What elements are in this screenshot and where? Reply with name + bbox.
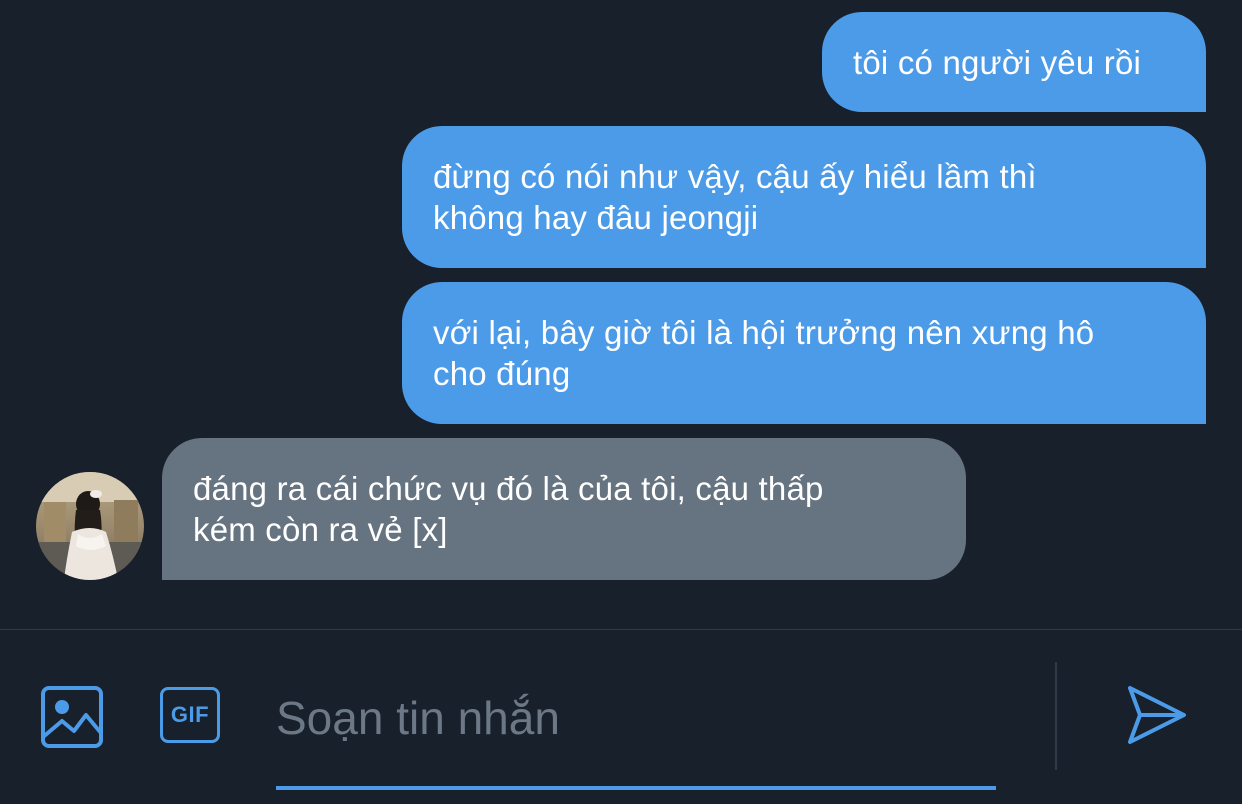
avatar[interactable] [36, 472, 144, 580]
send-icon [1128, 686, 1186, 744]
image-icon [41, 686, 103, 748]
sent-message-bubble[interactable]: với lại, bây giờ tôi là hội trưởng nên x… [402, 282, 1206, 424]
image-button[interactable] [40, 685, 104, 749]
input-focus-underline [276, 786, 996, 790]
sent-message-bubble[interactable]: tôi có người yêu rồi [822, 12, 1206, 112]
send-button[interactable] [1124, 682, 1190, 748]
chat-screen: tôi có người yêu rồi đừng có nói như vậy… [0, 0, 1242, 804]
compose-bar: GIF [0, 630, 1242, 804]
send-separator [1055, 662, 1057, 770]
message-input[interactable] [276, 682, 996, 754]
gif-button[interactable]: GIF [158, 685, 226, 749]
gif-icon: GIF [160, 687, 220, 743]
sent-message-bubble[interactable]: đừng có nói như vậy, cậu ấy hiểu lầm thì… [402, 126, 1206, 268]
received-message-bubble[interactable]: đáng ra cái chức vụ đó là của tôi, cậu t… [162, 438, 966, 580]
